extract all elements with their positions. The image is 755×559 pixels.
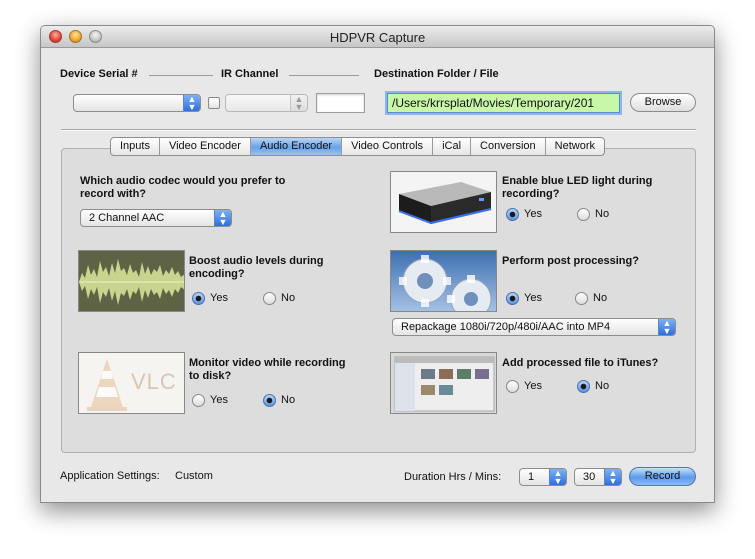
codec-popup[interactable]: 2 Channel AAC ▲ ▼ [80,209,232,227]
led-no-label: No [595,208,610,220]
tab-ical[interactable]: iCal [433,138,472,155]
boost-no-label: No [281,292,296,304]
led-question: Enable blue LED light during recording? [502,175,653,200]
tab-conversion[interactable]: Conversion [471,138,546,155]
vlc-image: VLC [78,352,185,414]
popup-arrows-icon: ▲ ▼ [658,319,675,335]
minutes-popup[interactable]: 30 ▲ ▼ [574,468,622,486]
post-question: Perform post processing? [502,255,639,267]
monitor-yes-radio[interactable] [192,394,205,407]
vlc-logo-text: VLC [131,369,177,394]
hours-popup[interactable]: 1 ▲ ▼ [519,468,567,486]
boost-yes-radio[interactable] [192,292,205,305]
record-button[interactable]: Record [629,467,696,486]
destination-field[interactable]: /Users/krrsplat/Movies/Temporary/201 [387,93,620,113]
monitor-question: Monitor video while recording to disk? [189,357,346,382]
post-processing-popup[interactable]: Repackage 1080i/720p/480i/AAC into MP4 ▲… [392,318,676,336]
itunes-no-radio[interactable] [577,380,590,393]
ir-channel-checkbox[interactable] [208,97,220,109]
led-yes-label: Yes [524,208,542,220]
itunes-yes-radio[interactable] [506,380,519,393]
device-serial-label: Device Serial # [60,68,138,80]
monitor-yes-label: Yes [210,394,228,406]
itunes-yes-label: Yes [524,380,542,392]
led-yes-radio[interactable] [506,208,519,221]
ir-channel-label: IR Channel [221,68,279,80]
tab-inputs[interactable]: Inputs [111,138,160,155]
section-separator [61,129,696,131]
tab-bar: Inputs Video Encoder Audio Encoder Video… [110,137,605,156]
gears-icon [391,251,496,311]
led-no-radio[interactable] [577,208,590,221]
hdpvr-device-image [390,171,497,233]
app-settings-label: Application Settings: [60,470,160,482]
post-processing-image [390,250,497,312]
ir-channel-popup[interactable]: ▲ ▼ [225,94,308,112]
itunes-question: Add processed file to iTunes? [502,357,659,369]
duration-label: Duration Hrs / Mins: [404,471,502,483]
waveform-icon [79,251,184,311]
itunes-window-icon [391,353,496,413]
device-serial-popup[interactable]: ▲ ▼ [73,94,201,112]
popup-arrows-icon: ▲ ▼ [549,469,566,485]
hours-value: 1 [528,471,535,483]
hdpvr-device-icon [391,172,496,232]
divider [289,75,359,76]
divider [149,75,213,76]
tab-network[interactable]: Network [546,138,604,155]
boost-question: Boost audio levels during encoding? [189,255,324,280]
codec-value: 2 Channel AAC [89,212,165,224]
tab-video-controls[interactable]: Video Controls [342,138,434,155]
popup-arrows-icon: ▲ ▼ [214,210,231,226]
tab-video-encoder[interactable]: Video Encoder [160,138,251,155]
post-no-label: No [593,292,608,304]
post-no-radio[interactable] [575,292,588,305]
boost-yes-label: Yes [210,292,228,304]
popup-arrows-icon: ▲ ▼ [290,95,307,111]
monitor-no-label: No [281,394,296,406]
window-title: HDPVR Capture [329,30,426,45]
ir-channel-field[interactable] [316,93,365,113]
boost-no-radio[interactable] [263,292,276,305]
post-processing-value: Repackage 1080i/720p/480i/AAC into MP4 [401,321,611,333]
title-bar[interactable]: HDPVR Capture [41,26,714,48]
post-yes-radio[interactable] [506,292,519,305]
app-settings-value: Custom [175,470,213,482]
main-window: HDPVR Capture Device Serial # IR Channel… [40,25,715,503]
popup-arrows-icon: ▲ ▼ [183,95,200,111]
codec-question: Which audio codec would you prefer to re… [80,175,286,200]
itunes-no-label: No [595,380,610,392]
tab-audio-encoder[interactable]: Audio Encoder [250,138,343,155]
post-yes-label: Yes [524,292,542,304]
browse-button[interactable]: Browse [630,93,696,112]
minutes-value: 30 [583,471,596,483]
itunes-screenshot-image [390,352,497,414]
monitor-no-radio[interactable] [263,394,276,407]
audio-waveform-image [78,250,185,312]
popup-arrows-icon: ▲ ▼ [604,469,621,485]
destination-label: Destination Folder / File [374,68,499,80]
